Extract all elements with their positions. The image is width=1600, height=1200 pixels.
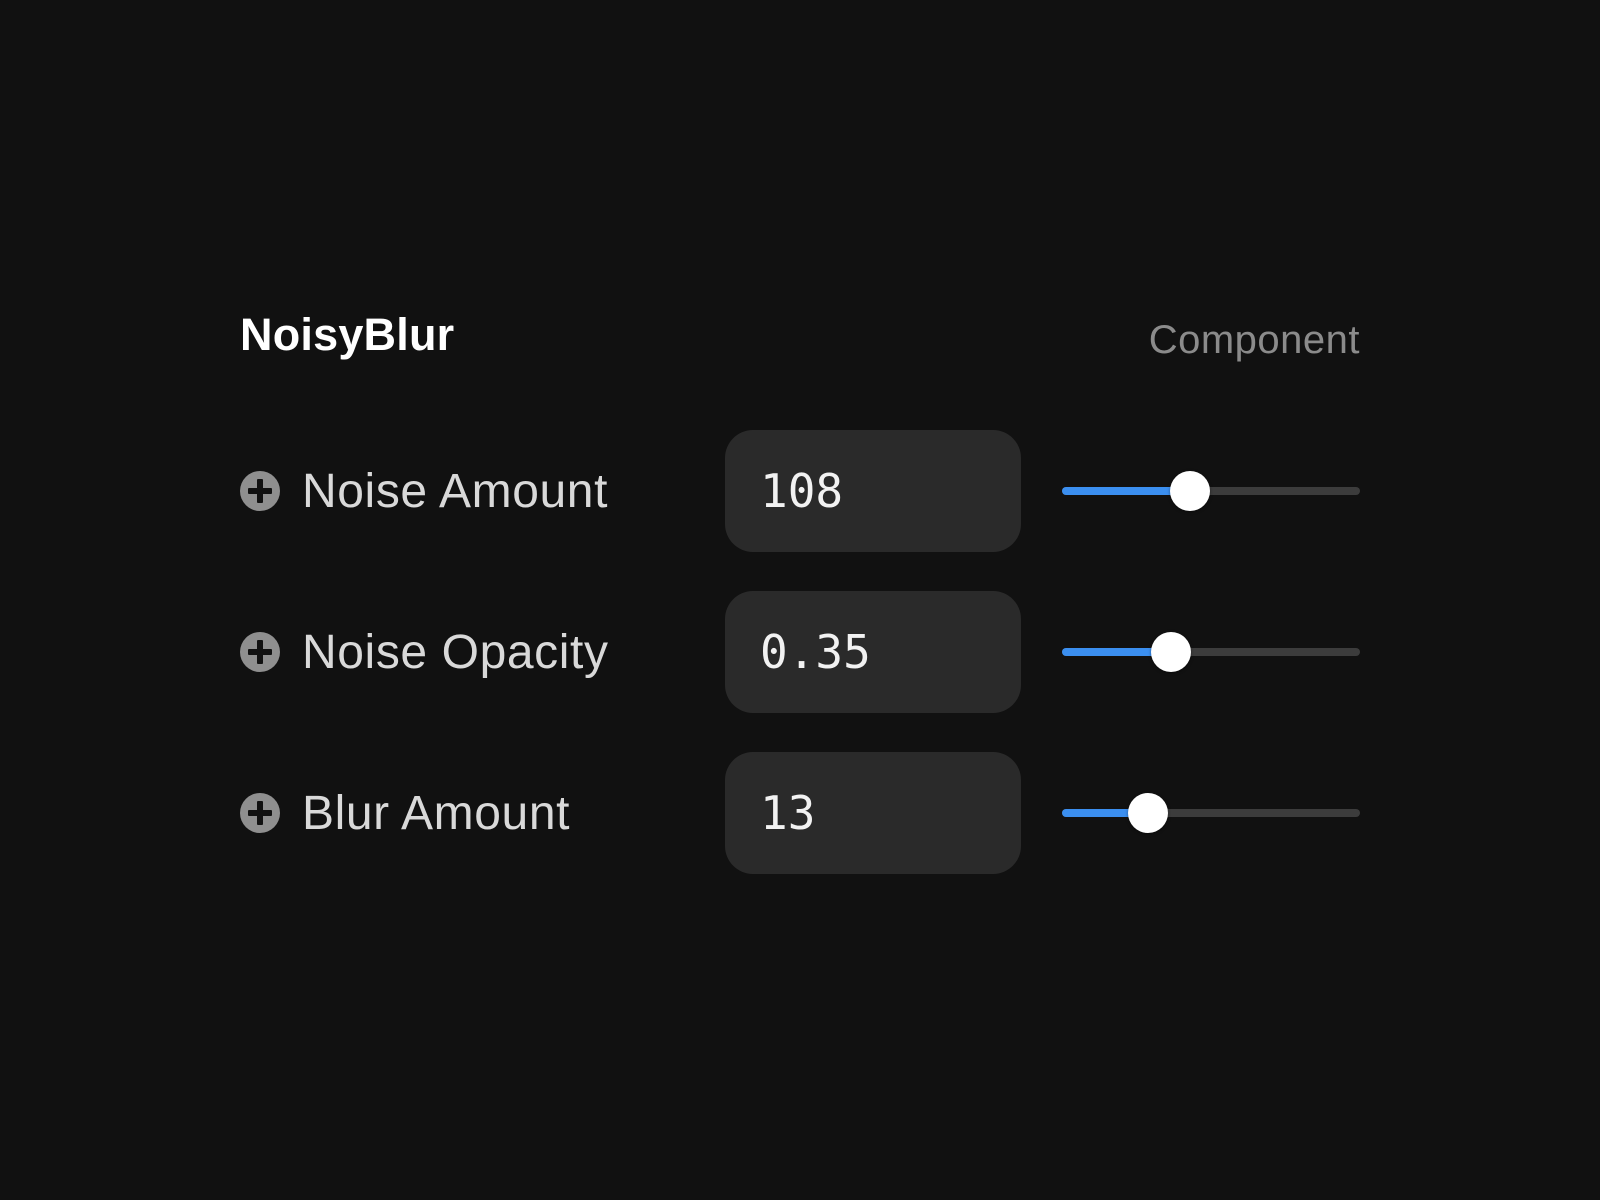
- slider-thumb[interactable]: [1151, 632, 1191, 672]
- slider-thumb[interactable]: [1170, 471, 1210, 511]
- plus-circle-icon[interactable]: [240, 471, 280, 511]
- param-row-noise-opacity: Noise Opacity: [240, 591, 1360, 713]
- plus-circle-icon[interactable]: [240, 632, 280, 672]
- blur-amount-input[interactable]: [760, 752, 1000, 874]
- noise-amount-input[interactable]: [760, 430, 1000, 552]
- param-label: Noise Opacity: [302, 626, 609, 679]
- panel-header: NoisyBlur Component: [240, 300, 1360, 370]
- slider-thumb[interactable]: [1128, 793, 1168, 833]
- value-field-container: [725, 430, 1021, 552]
- component-type-label: Component: [1148, 318, 1360, 362]
- value-field-container: [725, 752, 1021, 874]
- param-row-noise-amount: Noise Amount: [240, 430, 1360, 552]
- blur-amount-slider[interactable]: [1062, 793, 1360, 833]
- param-row-blur-amount: Blur Amount: [240, 752, 1360, 874]
- param-label: Blur Amount: [302, 787, 571, 840]
- component-title: NoisyBlur: [240, 309, 455, 360]
- plus-circle-icon[interactable]: [240, 793, 280, 833]
- component-panel: NoisyBlur Component Noise Amount Noi: [240, 300, 1360, 900]
- value-field-container: [725, 591, 1021, 713]
- param-label: Noise Amount: [302, 465, 609, 518]
- noise-amount-slider[interactable]: [1062, 471, 1360, 511]
- noise-opacity-input[interactable]: [760, 591, 1000, 713]
- noise-opacity-slider[interactable]: [1062, 632, 1360, 672]
